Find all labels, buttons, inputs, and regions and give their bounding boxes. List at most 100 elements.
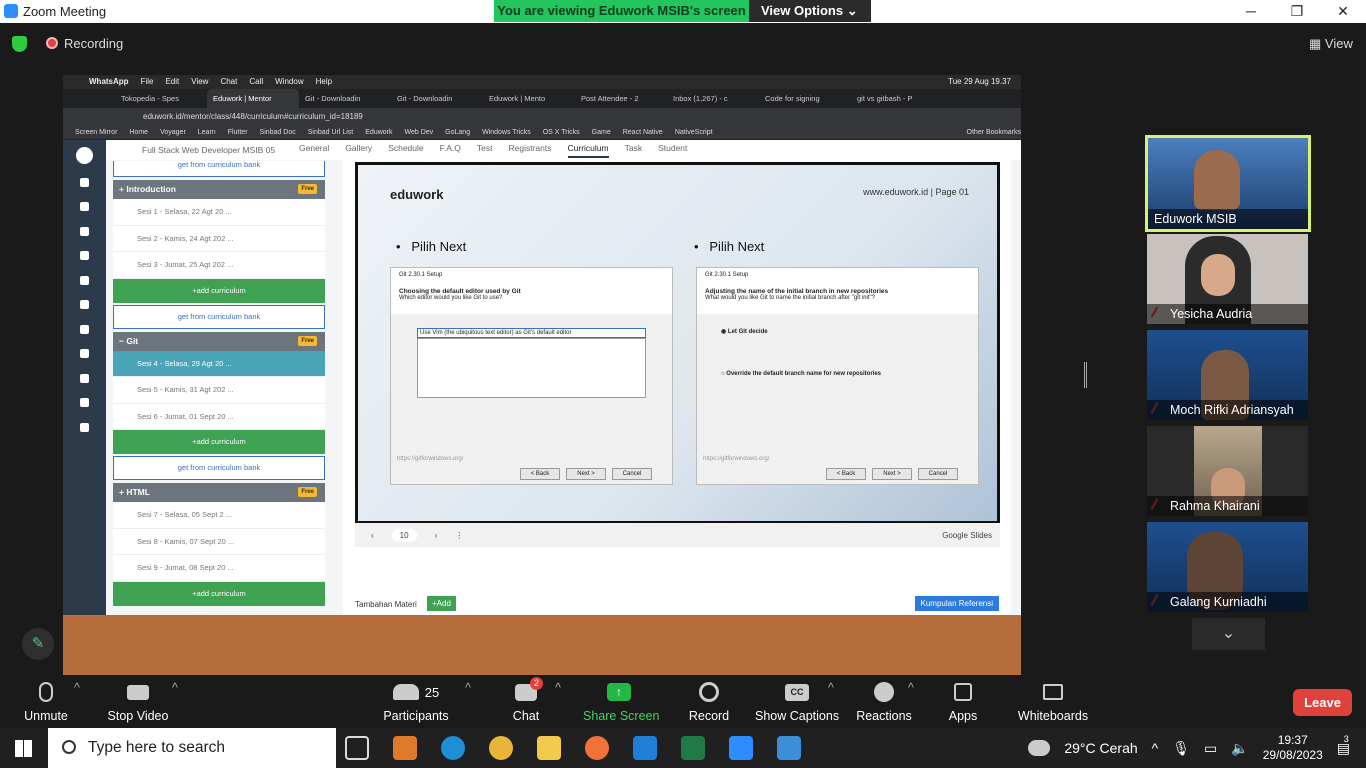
- shared-screen: WhatsApp File Edit View Chat Call Window…: [63, 75, 1021, 675]
- zoom-icon[interactable]: [729, 736, 753, 760]
- app-icon[interactable]: [393, 736, 417, 760]
- browser-tab: Code for signing: [765, 94, 820, 103]
- bookmark: NativeScript: [674, 129, 713, 136]
- mic-icon[interactable]: 🎙: [1172, 740, 1190, 757]
- leave-button[interactable]: Leave: [1293, 689, 1352, 716]
- slide-step-left: • Pilih Next: [396, 239, 467, 254]
- eduwork-app: Full Stack Web Developer MSIB 05 General…: [63, 140, 1021, 615]
- system-tray: 29°C Cerah ^ 🎙 ▭ 🔈 19:37 29/08/2023 ▤ 3: [1028, 728, 1366, 768]
- bookmark: Eduwork: [365, 129, 393, 136]
- participant-tile[interactable]: Yesicha Audria: [1147, 234, 1308, 324]
- content-panel: eduwork www.eduwork.id | Page 01 • Pilih…: [343, 160, 1011, 615]
- reactions-button[interactable]: Reactions: [855, 679, 913, 723]
- annotate-pen-button[interactable]: ✎: [22, 628, 54, 660]
- chat-badge: 2: [530, 677, 544, 690]
- star-icon: [63, 342, 106, 367]
- firefox-icon[interactable]: [585, 736, 609, 760]
- share-arrow-icon: ↑: [607, 683, 631, 701]
- chevron-up-icon[interactable]: ^: [828, 681, 834, 695]
- windows-start-icon[interactable]: [15, 740, 32, 757]
- browser-tab: Eduwork | Mento: [489, 94, 546, 103]
- photos-icon[interactable]: [777, 736, 801, 760]
- shield-icon: [12, 36, 27, 52]
- browser-tabs: Tokopedia - Spes Eduwork | Mentor Git - …: [63, 89, 1021, 108]
- edge-icon[interactable]: [441, 736, 465, 760]
- slide-step-right: • Pilih Next: [694, 239, 765, 254]
- chevron-up-icon[interactable]: ^: [74, 681, 80, 695]
- address-bar: eduwork.id/mentor/class/448/curriculum#c…: [63, 108, 1021, 125]
- chevron-up-icon[interactable]: ^: [908, 681, 914, 695]
- setup-dialog-branch: Git 2.30.1 Setup Adjusting the name of th…: [696, 267, 979, 485]
- close-button[interactable]: ✕: [1320, 0, 1366, 23]
- add-materi-button: +Add: [427, 596, 456, 611]
- menu-item: Window: [275, 77, 304, 86]
- section-header: + HTML Free: [113, 483, 325, 502]
- weather-icon: [1028, 740, 1051, 756]
- session-item: Sesi 5 - Kamis, 31 Agt 202 ...: [113, 377, 325, 404]
- divider-handle[interactable]: [1084, 362, 1087, 388]
- taskbar-search[interactable]: Type here to search: [48, 728, 336, 768]
- chevron-up-icon[interactable]: ^: [465, 681, 471, 695]
- setup-dialog-editor: Git 2.30.1 Setup Choosing the default edi…: [390, 267, 673, 485]
- stop-video-button[interactable]: Stop Video: [106, 679, 170, 723]
- vscode-icon[interactable]: [633, 736, 657, 760]
- scroll-down-button[interactable]: ⌄: [1192, 618, 1265, 650]
- nav-test: Test: [476, 142, 493, 153]
- add-curriculum-button: +add curriculum: [113, 430, 325, 454]
- participant-tile[interactable]: Moch Rifki Adriansyah: [1147, 330, 1308, 420]
- participants-button[interactable]: 25 Participants: [383, 679, 449, 723]
- search-icon: [62, 740, 76, 754]
- whiteboards-button[interactable]: Whiteboards: [1017, 679, 1089, 723]
- browser-tab: Git - Downloadin: [397, 94, 453, 103]
- chevron-up-icon[interactable]: ^: [1152, 740, 1159, 756]
- network-icon[interactable]: ▭: [1204, 740, 1217, 757]
- section-header: + Introduction Free: [113, 180, 325, 199]
- mic-off-icon: [39, 682, 53, 702]
- view-options-button[interactable]: View Options ⌄: [749, 0, 871, 22]
- whiteboard-icon: [1043, 684, 1063, 700]
- zoom-app-icon: [4, 4, 18, 18]
- chevron-up-icon[interactable]: ^: [172, 681, 178, 695]
- participant-tile[interactable]: Rahma Khairani: [1147, 426, 1308, 516]
- participant-tile-active[interactable]: Eduwork MSIB: [1145, 135, 1311, 232]
- apps-button[interactable]: Apps: [948, 679, 978, 723]
- kumpulan-referensi-button: Kumpulan Referensi: [914, 596, 999, 611]
- chrome-icon[interactable]: [489, 736, 513, 760]
- chevron-up-icon[interactable]: ^: [555, 681, 561, 695]
- participant-name: Yesicha Audria: [1147, 304, 1308, 324]
- record-button[interactable]: Record: [686, 679, 732, 723]
- minimize-button[interactable]: ─: [1228, 0, 1274, 23]
- browser-tab-active: Eduwork | Mentor: [207, 89, 299, 108]
- participant-name: Moch Rifki Adriansyah: [1147, 400, 1308, 420]
- nav-faq: F.A.Q: [439, 142, 461, 153]
- notification-icon[interactable]: ▤ 3: [1337, 734, 1350, 757]
- session-item: Sesi 3 - Jumat, 25 Agt 202 ...: [113, 252, 325, 279]
- file-explorer-icon[interactable]: [537, 736, 561, 760]
- pen-icon: ✎: [31, 635, 45, 652]
- windows-taskbar: Type here to search 29°C Cerah ^ 🎙 ▭ 🔈 1…: [0, 728, 1366, 768]
- radio-override: ○ Override the default branch name for n…: [721, 371, 882, 377]
- bookmark: Web Dev: [404, 129, 434, 136]
- participant-name: Rahma Khairani: [1147, 496, 1308, 516]
- unmute-button[interactable]: Unmute: [22, 679, 70, 723]
- view-button[interactable]: ▦ View: [1309, 36, 1353, 52]
- nav-curriculum: Curriculum: [567, 143, 609, 158]
- maximize-button[interactable]: ❐: [1274, 0, 1320, 23]
- eduwork-logo: [63, 140, 106, 170]
- taskbar-clock[interactable]: 19:37 29/08/2023: [1263, 733, 1323, 763]
- bookmark: Flutter: [227, 129, 248, 136]
- user-icon: [63, 293, 106, 318]
- calendar-icon: [63, 195, 106, 220]
- page-number: 10: [391, 528, 417, 542]
- globe-icon: [63, 366, 106, 391]
- users-icon: [63, 244, 106, 269]
- volume-icon[interactable]: 🔈: [1231, 740, 1248, 757]
- session-item-active: Sesi 4 - Selasa, 29 Agt 20 ...: [113, 350, 325, 377]
- participant-tile[interactable]: Galang Kurniadhi: [1147, 522, 1308, 612]
- cc-icon: CC: [785, 683, 809, 701]
- editor-list: [417, 338, 646, 398]
- excel-icon[interactable]: [681, 736, 705, 760]
- task-view-icon[interactable]: [345, 736, 369, 760]
- share-screen-button[interactable]: ↑ Share Screen: [583, 679, 659, 723]
- show-captions-button[interactable]: CC Show Captions: [755, 679, 839, 723]
